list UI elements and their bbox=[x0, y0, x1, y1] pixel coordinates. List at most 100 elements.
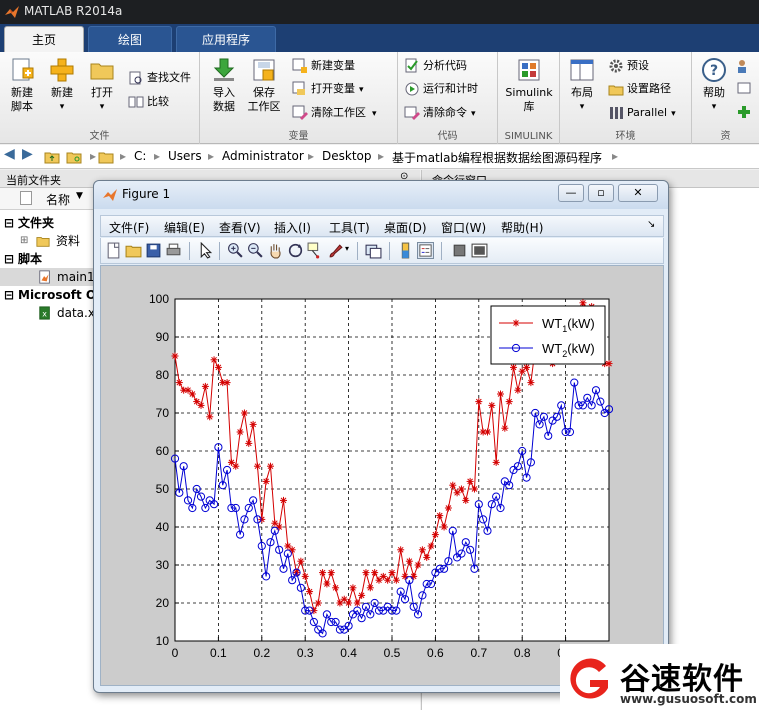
open-file-icon[interactable] bbox=[125, 242, 142, 259]
figure-window[interactable]: Figure 1 — ▫ ✕ 文件(F) 编辑(E) 查看(V) 插入(I) 工… bbox=[93, 180, 669, 693]
data-point-star[interactable] bbox=[319, 569, 327, 577]
data-point-star[interactable] bbox=[262, 477, 270, 485]
data-point-star[interactable] bbox=[523, 363, 531, 371]
print-icon[interactable] bbox=[165, 242, 182, 259]
data-point-star[interactable] bbox=[527, 379, 535, 387]
data-point-star[interactable] bbox=[214, 363, 222, 371]
data-point-star[interactable] bbox=[444, 504, 452, 512]
data-point-star[interactable] bbox=[497, 390, 504, 398]
maximize-button[interactable]: ▫ bbox=[588, 184, 614, 202]
menu-file[interactable]: 文件(F) bbox=[109, 219, 149, 236]
colorbar-icon[interactable] bbox=[397, 242, 414, 259]
data-point-star[interactable] bbox=[392, 576, 400, 584]
breadcrumb-users[interactable]: Users bbox=[168, 149, 202, 163]
data-point-star[interactable] bbox=[427, 542, 435, 550]
legend-toggle-icon[interactable] bbox=[417, 242, 434, 259]
zoom-out-icon[interactable] bbox=[247, 242, 264, 259]
data-point-star[interactable] bbox=[488, 401, 496, 409]
compare-button[interactable]: 比较 bbox=[128, 92, 169, 112]
data-point-star[interactable] bbox=[349, 584, 357, 592]
data-point-star[interactable] bbox=[323, 580, 331, 588]
menu-help[interactable]: 帮助(H) bbox=[501, 219, 543, 236]
zoom-in-icon[interactable] bbox=[227, 242, 244, 259]
breadcrumb-drive[interactable]: C: bbox=[134, 149, 146, 163]
tab-home[interactable]: 主页 bbox=[4, 26, 84, 52]
community-icon[interactable] bbox=[736, 58, 752, 74]
data-point-star[interactable] bbox=[253, 462, 261, 470]
tab-apps[interactable]: 应用程序 bbox=[176, 26, 276, 52]
data-point-star[interactable] bbox=[397, 546, 405, 554]
data-point-star[interactable] bbox=[418, 546, 426, 554]
data-point-star[interactable] bbox=[310, 607, 318, 615]
pan-hand-icon[interactable] bbox=[267, 242, 284, 259]
breadcrumb-desktop[interactable]: Desktop bbox=[322, 149, 372, 163]
data-point-star[interactable] bbox=[405, 557, 413, 565]
parallel-button[interactable]: Parallel ▾ bbox=[608, 103, 676, 123]
data-point-star[interactable] bbox=[384, 576, 392, 584]
simulink-library-button[interactable]: Simulink 库 bbox=[504, 56, 554, 114]
add-ons-icon[interactable] bbox=[736, 104, 752, 120]
data-point-star[interactable] bbox=[449, 481, 457, 489]
analyze-code-button[interactable]: 分析代码 bbox=[404, 56, 467, 76]
menu-view[interactable]: 查看(V) bbox=[219, 219, 261, 236]
data-point-star[interactable] bbox=[470, 485, 478, 493]
menu-desktop[interactable]: 桌面(D) bbox=[384, 219, 427, 236]
data-point-star[interactable] bbox=[362, 569, 370, 577]
hide-plot-tools-icon[interactable] bbox=[451, 242, 468, 259]
menu-insert[interactable]: 插入(I) bbox=[274, 219, 311, 236]
back-arrow-icon[interactable]: ◀ bbox=[4, 146, 15, 162]
data-point-star[interactable] bbox=[232, 462, 240, 470]
tab-plots[interactable]: 绘图 bbox=[88, 26, 172, 52]
new-button[interactable]: 新建 ▾ bbox=[42, 56, 82, 114]
data-point-star[interactable] bbox=[483, 428, 491, 436]
data-point-star[interactable] bbox=[492, 458, 500, 466]
request-support-icon[interactable] bbox=[736, 80, 752, 96]
data-point-star[interactable] bbox=[514, 386, 522, 394]
data-point-star[interactable] bbox=[457, 485, 465, 493]
layout-button[interactable]: 布局 ▾ bbox=[562, 56, 602, 114]
data-point-star[interactable] bbox=[280, 496, 287, 504]
data-point-star[interactable] bbox=[301, 572, 309, 580]
data-point-star[interactable] bbox=[501, 424, 509, 432]
data-point-star[interactable] bbox=[245, 439, 253, 447]
new-figure-icon[interactable] bbox=[105, 242, 122, 259]
data-point-star[interactable] bbox=[475, 398, 483, 406]
find-files-button[interactable]: 查找文件 bbox=[128, 68, 191, 88]
data-point-star[interactable] bbox=[436, 512, 444, 520]
dock-arrow-icon[interactable]: ↘ bbox=[647, 219, 655, 230]
data-point-star[interactable] bbox=[314, 599, 322, 607]
data-point-star[interactable] bbox=[423, 553, 431, 561]
data-point-star[interactable] bbox=[249, 420, 257, 428]
data-point-star[interactable] bbox=[371, 569, 379, 577]
clear-commands-button[interactable]: 清除命令 ▾ bbox=[404, 103, 476, 123]
data-point-star[interactable] bbox=[431, 531, 439, 539]
clear-workspace-button[interactable]: 清除工作区 ▾ bbox=[292, 103, 377, 123]
data-point-star[interactable] bbox=[327, 569, 335, 577]
minimize-button[interactable]: — bbox=[558, 184, 584, 202]
new-variable-button[interactable]: 新建变量 bbox=[292, 56, 355, 76]
data-point-star[interactable] bbox=[188, 390, 196, 398]
data-point-star[interactable] bbox=[332, 584, 340, 592]
data-point-star[interactable] bbox=[288, 546, 296, 554]
new-script-button[interactable]: 新建 脚本 bbox=[2, 56, 42, 114]
data-cursor-icon[interactable] bbox=[307, 242, 324, 259]
run-and-time-button[interactable]: 运行和计时 bbox=[404, 79, 478, 99]
browse-folder-icon[interactable] bbox=[66, 149, 82, 165]
data-point-star[interactable] bbox=[275, 523, 283, 531]
save-icon[interactable] bbox=[145, 242, 162, 259]
save-workspace-button[interactable]: 保存 工作区 bbox=[244, 56, 284, 114]
data-point-star[interactable] bbox=[466, 477, 474, 485]
link-plot-icon[interactable] bbox=[365, 242, 382, 259]
breadcrumb-administrator[interactable]: Administrator bbox=[222, 149, 304, 163]
data-point-star[interactable] bbox=[414, 561, 422, 569]
data-point-star[interactable] bbox=[201, 382, 209, 390]
data-point-star[interactable] bbox=[505, 398, 513, 406]
data-point-star[interactable] bbox=[462, 496, 470, 504]
data-point-star[interactable] bbox=[236, 428, 244, 436]
import-data-button[interactable]: 导入 数据 bbox=[204, 56, 244, 114]
data-point-star[interactable] bbox=[297, 557, 305, 565]
data-point-star[interactable] bbox=[440, 523, 448, 531]
breadcrumb-project-folder[interactable]: 基于matlab编程根据数据绘图源码程序 bbox=[392, 149, 602, 166]
up-folder-icon[interactable] bbox=[44, 149, 60, 165]
chart-svg[interactable]: 00.10.20.30.40.50.60.70.80.9110203040506… bbox=[101, 266, 663, 685]
